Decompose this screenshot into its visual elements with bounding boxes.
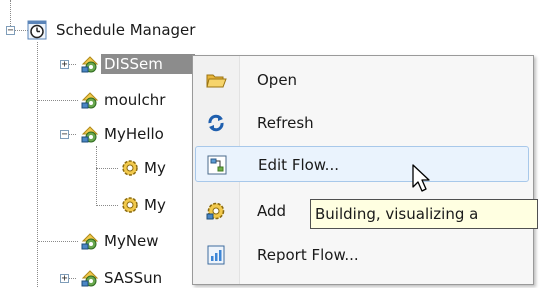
tooltip: Building, visualizing a	[310, 199, 538, 229]
gear-icon	[122, 197, 138, 213]
flow-gear-icon	[81, 126, 99, 143]
flow-gear-icon	[81, 56, 99, 73]
tree-connector	[96, 146, 97, 206]
tree-item-label[interactable]: SASSun	[104, 268, 162, 288]
menu-item-label: Open	[257, 71, 298, 89]
menu-item-edit-flow[interactable]: Edit Flow...	[195, 146, 529, 182]
gear-add-icon	[206, 202, 225, 220]
menu-item-open[interactable]: Open	[195, 62, 529, 98]
menu-item-refresh[interactable]: Refresh	[195, 105, 529, 141]
flow-diagram-icon	[207, 155, 227, 175]
clock-icon	[27, 20, 47, 40]
mouse-cursor-icon	[412, 164, 430, 192]
tree-connector	[96, 168, 118, 169]
tree-root-label[interactable]: Schedule Manager	[56, 20, 195, 40]
context-menu: Open Refresh Edit Flow... Add Report Flo…	[192, 55, 534, 285]
refresh-icon	[208, 114, 224, 132]
tree-connector	[38, 241, 78, 242]
gear-icon	[122, 160, 138, 176]
tree-item-label[interactable]: MyNew	[104, 231, 159, 251]
flow-gear-icon	[81, 92, 99, 109]
tree-item-label[interactable]: My	[144, 158, 166, 178]
menu-item-label: Edit Flow...	[258, 156, 339, 174]
flow-gear-icon	[81, 270, 99, 287]
tree-connector	[37, 42, 38, 287]
menu-item-label: Refresh	[257, 114, 314, 132]
menu-item-report-flow[interactable]: Report Flow...	[195, 237, 529, 273]
tree-connector	[96, 205, 118, 206]
collapse-toggle[interactable]: −	[60, 130, 69, 140]
tooltip-text: Building, visualizing a	[315, 205, 479, 223]
tree-item-label[interactable]: My	[144, 195, 166, 215]
menu-item-label: Report Flow...	[257, 246, 359, 264]
expand-toggle[interactable]: +	[60, 274, 69, 284]
folder-open-icon	[206, 74, 227, 88]
report-icon	[207, 245, 225, 265]
expand-toggle[interactable]: +	[60, 60, 69, 70]
menu-item-label: Add	[257, 202, 287, 220]
tree-connector	[38, 100, 78, 101]
tree-item-label[interactable]: DISSem	[101, 54, 195, 74]
collapse-toggle[interactable]: −	[6, 26, 15, 36]
tree-item-label[interactable]: moulchr	[104, 90, 165, 110]
tree-item-label[interactable]: MyHello	[104, 124, 164, 144]
flow-gear-icon	[81, 233, 99, 250]
